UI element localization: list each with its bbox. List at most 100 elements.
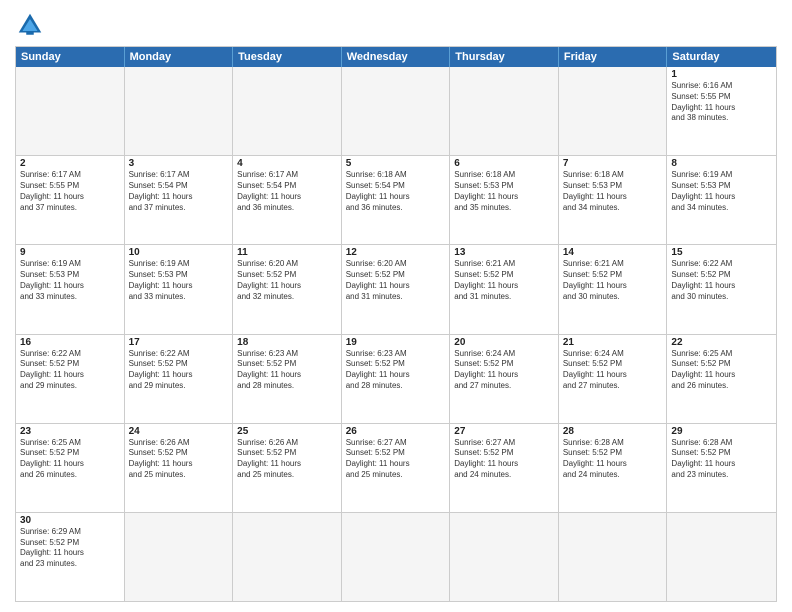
day-number: 14 bbox=[563, 247, 663, 258]
empty-cell bbox=[667, 513, 776, 601]
empty-cell bbox=[16, 67, 125, 155]
day-number: 20 bbox=[454, 337, 554, 348]
day-number: 2 bbox=[20, 158, 120, 169]
weekday-header-friday: Friday bbox=[559, 47, 668, 67]
day-info: Sunrise: 6:19 AM Sunset: 5:53 PM Dayligh… bbox=[20, 259, 120, 302]
day-number: 13 bbox=[454, 247, 554, 258]
day-cell-27: 27Sunrise: 6:27 AM Sunset: 5:52 PM Dayli… bbox=[450, 424, 559, 512]
day-number: 22 bbox=[671, 337, 772, 348]
day-info: Sunrise: 6:24 AM Sunset: 5:52 PM Dayligh… bbox=[563, 349, 663, 392]
day-cell-1: 1Sunrise: 6:16 AM Sunset: 5:55 PM Daylig… bbox=[667, 67, 776, 155]
day-cell-22: 22Sunrise: 6:25 AM Sunset: 5:52 PM Dayli… bbox=[667, 335, 776, 423]
day-info: Sunrise: 6:27 AM Sunset: 5:52 PM Dayligh… bbox=[454, 438, 554, 481]
day-number: 11 bbox=[237, 247, 337, 258]
weekday-header-sunday: Sunday bbox=[16, 47, 125, 67]
day-cell-15: 15Sunrise: 6:22 AM Sunset: 5:52 PM Dayli… bbox=[667, 245, 776, 333]
day-info: Sunrise: 6:18 AM Sunset: 5:54 PM Dayligh… bbox=[346, 170, 446, 213]
weekday-header-wednesday: Wednesday bbox=[342, 47, 451, 67]
weekday-header-thursday: Thursday bbox=[450, 47, 559, 67]
day-number: 24 bbox=[129, 426, 229, 437]
day-cell-2: 2Sunrise: 6:17 AM Sunset: 5:55 PM Daylig… bbox=[16, 156, 125, 244]
day-cell-20: 20Sunrise: 6:24 AM Sunset: 5:52 PM Dayli… bbox=[450, 335, 559, 423]
week-row-1: 1Sunrise: 6:16 AM Sunset: 5:55 PM Daylig… bbox=[16, 67, 776, 155]
day-number: 15 bbox=[671, 247, 772, 258]
page: SundayMondayTuesdayWednesdayThursdayFrid… bbox=[0, 0, 792, 612]
day-info: Sunrise: 6:20 AM Sunset: 5:52 PM Dayligh… bbox=[237, 259, 337, 302]
day-number: 21 bbox=[563, 337, 663, 348]
weekday-header-saturday: Saturday bbox=[667, 47, 776, 67]
week-row-5: 23Sunrise: 6:25 AM Sunset: 5:52 PM Dayli… bbox=[16, 423, 776, 512]
day-number: 8 bbox=[671, 158, 772, 169]
day-cell-28: 28Sunrise: 6:28 AM Sunset: 5:52 PM Dayli… bbox=[559, 424, 668, 512]
day-number: 3 bbox=[129, 158, 229, 169]
day-info: Sunrise: 6:22 AM Sunset: 5:52 PM Dayligh… bbox=[129, 349, 229, 392]
day-info: Sunrise: 6:18 AM Sunset: 5:53 PM Dayligh… bbox=[563, 170, 663, 213]
day-info: Sunrise: 6:22 AM Sunset: 5:52 PM Dayligh… bbox=[20, 349, 120, 392]
day-cell-30: 30Sunrise: 6:29 AM Sunset: 5:52 PM Dayli… bbox=[16, 513, 125, 601]
day-cell-25: 25Sunrise: 6:26 AM Sunset: 5:52 PM Dayli… bbox=[233, 424, 342, 512]
day-number: 10 bbox=[129, 247, 229, 258]
day-info: Sunrise: 6:21 AM Sunset: 5:52 PM Dayligh… bbox=[563, 259, 663, 302]
day-info: Sunrise: 6:20 AM Sunset: 5:52 PM Dayligh… bbox=[346, 259, 446, 302]
day-info: Sunrise: 6:17 AM Sunset: 5:55 PM Dayligh… bbox=[20, 170, 120, 213]
day-cell-7: 7Sunrise: 6:18 AM Sunset: 5:53 PM Daylig… bbox=[559, 156, 668, 244]
day-cell-3: 3Sunrise: 6:17 AM Sunset: 5:54 PM Daylig… bbox=[125, 156, 234, 244]
weekday-header-tuesday: Tuesday bbox=[233, 47, 342, 67]
day-cell-4: 4Sunrise: 6:17 AM Sunset: 5:54 PM Daylig… bbox=[233, 156, 342, 244]
day-cell-14: 14Sunrise: 6:21 AM Sunset: 5:52 PM Dayli… bbox=[559, 245, 668, 333]
day-info: Sunrise: 6:27 AM Sunset: 5:52 PM Dayligh… bbox=[346, 438, 446, 481]
weekday-header-monday: Monday bbox=[125, 47, 234, 67]
empty-cell bbox=[342, 513, 451, 601]
empty-cell bbox=[125, 513, 234, 601]
day-cell-5: 5Sunrise: 6:18 AM Sunset: 5:54 PM Daylig… bbox=[342, 156, 451, 244]
day-cell-8: 8Sunrise: 6:19 AM Sunset: 5:53 PM Daylig… bbox=[667, 156, 776, 244]
day-cell-12: 12Sunrise: 6:20 AM Sunset: 5:52 PM Dayli… bbox=[342, 245, 451, 333]
day-number: 25 bbox=[237, 426, 337, 437]
empty-cell bbox=[125, 67, 234, 155]
header bbox=[15, 10, 777, 40]
day-number: 30 bbox=[20, 515, 120, 526]
day-number: 4 bbox=[237, 158, 337, 169]
day-info: Sunrise: 6:26 AM Sunset: 5:52 PM Dayligh… bbox=[237, 438, 337, 481]
logo bbox=[15, 10, 49, 40]
day-number: 5 bbox=[346, 158, 446, 169]
day-number: 28 bbox=[563, 426, 663, 437]
day-cell-23: 23Sunrise: 6:25 AM Sunset: 5:52 PM Dayli… bbox=[16, 424, 125, 512]
day-number: 23 bbox=[20, 426, 120, 437]
day-number: 18 bbox=[237, 337, 337, 348]
day-cell-24: 24Sunrise: 6:26 AM Sunset: 5:52 PM Dayli… bbox=[125, 424, 234, 512]
week-row-2: 2Sunrise: 6:17 AM Sunset: 5:55 PM Daylig… bbox=[16, 155, 776, 244]
day-cell-13: 13Sunrise: 6:21 AM Sunset: 5:52 PM Dayli… bbox=[450, 245, 559, 333]
day-number: 12 bbox=[346, 247, 446, 258]
day-number: 29 bbox=[671, 426, 772, 437]
empty-cell bbox=[559, 67, 668, 155]
day-cell-10: 10Sunrise: 6:19 AM Sunset: 5:53 PM Dayli… bbox=[125, 245, 234, 333]
empty-cell bbox=[450, 67, 559, 155]
day-number: 19 bbox=[346, 337, 446, 348]
day-info: Sunrise: 6:17 AM Sunset: 5:54 PM Dayligh… bbox=[237, 170, 337, 213]
day-number: 7 bbox=[563, 158, 663, 169]
day-info: Sunrise: 6:28 AM Sunset: 5:52 PM Dayligh… bbox=[563, 438, 663, 481]
day-info: Sunrise: 6:18 AM Sunset: 5:53 PM Dayligh… bbox=[454, 170, 554, 213]
day-info: Sunrise: 6:25 AM Sunset: 5:52 PM Dayligh… bbox=[20, 438, 120, 481]
day-number: 26 bbox=[346, 426, 446, 437]
day-info: Sunrise: 6:23 AM Sunset: 5:52 PM Dayligh… bbox=[346, 349, 446, 392]
empty-cell bbox=[342, 67, 451, 155]
week-row-6: 30Sunrise: 6:29 AM Sunset: 5:52 PM Dayli… bbox=[16, 512, 776, 601]
week-row-3: 9Sunrise: 6:19 AM Sunset: 5:53 PM Daylig… bbox=[16, 244, 776, 333]
empty-cell bbox=[559, 513, 668, 601]
day-info: Sunrise: 6:22 AM Sunset: 5:52 PM Dayligh… bbox=[671, 259, 772, 302]
day-number: 6 bbox=[454, 158, 554, 169]
day-info: Sunrise: 6:19 AM Sunset: 5:53 PM Dayligh… bbox=[671, 170, 772, 213]
day-number: 9 bbox=[20, 247, 120, 258]
day-info: Sunrise: 6:25 AM Sunset: 5:52 PM Dayligh… bbox=[671, 349, 772, 392]
calendar: SundayMondayTuesdayWednesdayThursdayFrid… bbox=[15, 46, 777, 602]
day-cell-21: 21Sunrise: 6:24 AM Sunset: 5:52 PM Dayli… bbox=[559, 335, 668, 423]
day-number: 27 bbox=[454, 426, 554, 437]
day-cell-18: 18Sunrise: 6:23 AM Sunset: 5:52 PM Dayli… bbox=[233, 335, 342, 423]
week-row-4: 16Sunrise: 6:22 AM Sunset: 5:52 PM Dayli… bbox=[16, 334, 776, 423]
day-cell-9: 9Sunrise: 6:19 AM Sunset: 5:53 PM Daylig… bbox=[16, 245, 125, 333]
day-info: Sunrise: 6:19 AM Sunset: 5:53 PM Dayligh… bbox=[129, 259, 229, 302]
day-info: Sunrise: 6:26 AM Sunset: 5:52 PM Dayligh… bbox=[129, 438, 229, 481]
day-cell-29: 29Sunrise: 6:28 AM Sunset: 5:52 PM Dayli… bbox=[667, 424, 776, 512]
